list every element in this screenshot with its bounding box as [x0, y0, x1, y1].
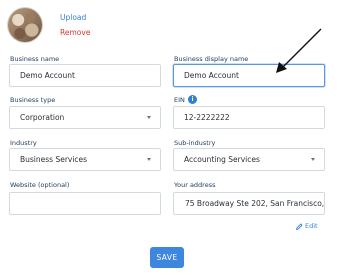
sub-industry-value: Accounting Services — [184, 155, 260, 164]
industry-label: Industry — [10, 139, 37, 147]
ein-value: 12-2222222 — [184, 113, 230, 122]
industry-value: Business Services — [20, 155, 88, 164]
ein-label: EIN — [174, 96, 185, 104]
display-name-value: Demo Account — [184, 71, 239, 80]
website-label: Website (optional) — [10, 181, 70, 189]
business-name-label: Business name — [10, 55, 60, 63]
business-name-input[interactable]: Demo Account — [9, 64, 161, 87]
display-name-label: Business display name — [174, 55, 249, 63]
edit-label: Edit — [305, 222, 318, 230]
save-button[interactable]: SAVE — [150, 247, 184, 268]
ein-input[interactable]: 12-2222222 — [173, 106, 325, 129]
business-name-value: Demo Account — [20, 71, 75, 80]
edit-address-link[interactable]: Edit — [296, 222, 318, 230]
upload-link[interactable]: Upload — [60, 13, 86, 22]
pencil-icon — [296, 222, 303, 230]
chevron-down-icon — [147, 158, 151, 161]
chevron-down-icon — [147, 116, 151, 119]
business-type-select[interactable]: Corporation — [9, 106, 161, 129]
address-label: Your address — [174, 181, 216, 189]
business-type-label: Business type — [10, 96, 56, 104]
industry-select[interactable]: Business Services — [9, 148, 161, 171]
chevron-down-icon — [311, 158, 315, 161]
info-icon[interactable]: i — [188, 95, 197, 104]
sub-industry-select[interactable]: Accounting Services — [173, 148, 325, 171]
address-value: 75 Broadway Ste 202, San Francisco, C — [185, 199, 325, 208]
website-input[interactable] — [9, 192, 161, 215]
business-logo-avatar — [8, 8, 42, 42]
address-field[interactable]: 75 Broadway Ste 202, San Francisco, C — [173, 192, 325, 215]
annotation-arrow-icon — [276, 28, 322, 73]
remove-link[interactable]: Remove — [60, 28, 90, 37]
business-type-value: Corporation — [20, 113, 65, 122]
sub-industry-label: Sub-industry — [174, 139, 216, 147]
